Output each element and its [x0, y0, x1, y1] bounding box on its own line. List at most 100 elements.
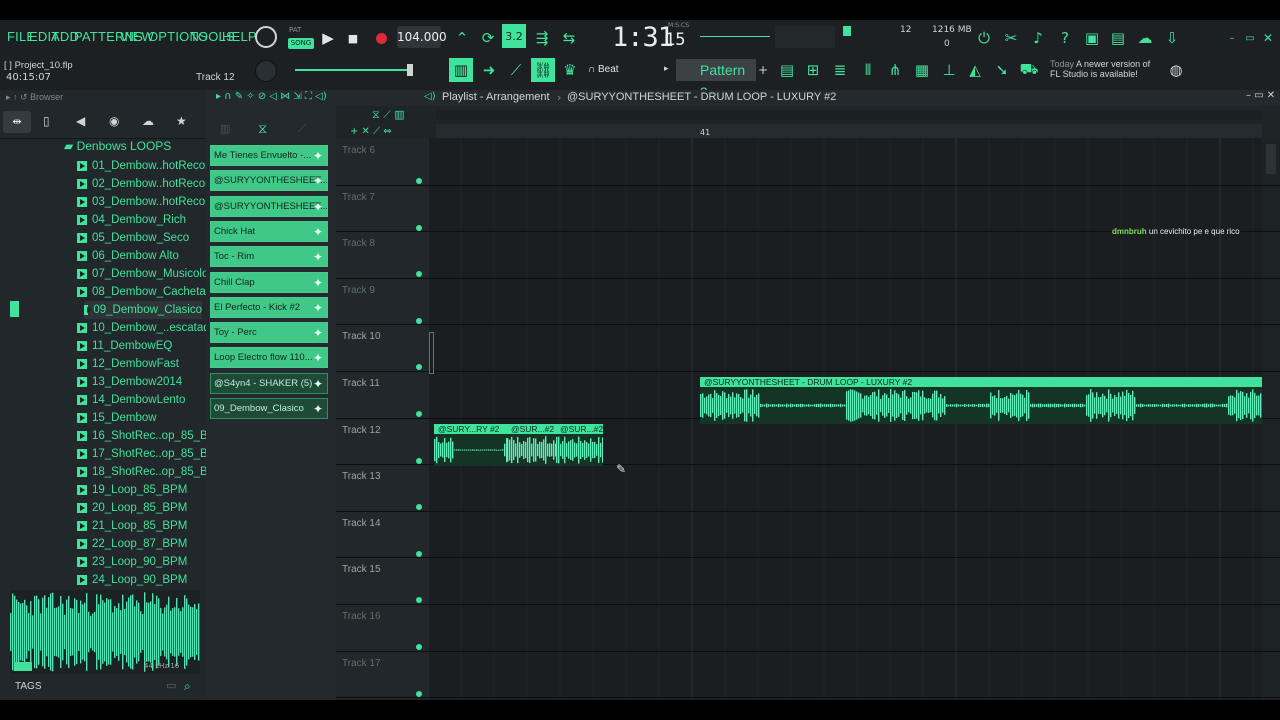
channel-item[interactable]: Chill Clap ✦	[210, 271, 328, 293]
browser-item[interactable]: 23_Loop_90_BPM	[77, 553, 187, 571]
plug-icon[interactable]: ⊥	[937, 58, 961, 82]
send-icon[interactable]: ➘	[990, 58, 1014, 82]
channel-item[interactable]: Toc - Rim ✦	[210, 246, 328, 268]
channel-add-icon[interactable]: ✦	[311, 200, 325, 214]
channel-add-icon[interactable]: ✦	[311, 276, 325, 290]
browser-folder[interactable]: ▰ Denbows LOOPS	[64, 139, 171, 153]
chat-icon[interactable]: ☁	[1133, 26, 1157, 50]
channel-add-icon[interactable]: ✦	[311, 149, 325, 163]
audio-clip-3[interactable]: @SUR...#2	[556, 424, 603, 466]
channel-item[interactable]: El Perfecto - Kick #2 ✦	[210, 296, 328, 318]
track-label[interactable]: Track 15	[342, 564, 381, 575]
track-label[interactable]: Track 8	[342, 238, 375, 249]
vertical-scrollbar[interactable]	[1262, 138, 1280, 700]
picker-audio-icon[interactable]: ⧖	[258, 122, 267, 137]
play-icon[interactable]: ▶	[316, 26, 340, 50]
track-mute-led[interactable]	[416, 457, 422, 464]
tree-icon[interactable]: ⋔	[883, 58, 907, 82]
browser-arrow-icon[interactable]: ▸ ↑ ↺	[6, 92, 28, 102]
browser-item[interactable]: 18_ShotRec..op_85_BPM	[77, 463, 225, 481]
waveform-preview[interactable]: 44 kHz 16	[10, 590, 200, 674]
news-panel[interactable]: Today A newer version of FL Studio is av…	[1050, 59, 1170, 79]
snap-select[interactable]: ∩ Beat	[588, 64, 658, 78]
channel-add-icon[interactable]: ✦	[311, 402, 325, 416]
track-label[interactable]: Track 12	[342, 425, 381, 436]
browser-all-tab[interactable]: ⇹	[3, 111, 31, 133]
audio-clip-1[interactable]: @SURY...RY #2	[434, 424, 507, 466]
horizontal-scrollbar[interactable]	[436, 110, 1262, 120]
timeline-ruler[interactable]	[436, 124, 1262, 138]
playlist-breadcrumb[interactable]: @SURYYONTHESHEET - DRUM LOOP - LUXURY #2	[567, 91, 836, 103]
browser-item[interactable]: 21_Loop_85_BPM	[77, 517, 187, 535]
track-mute-led[interactable]	[416, 317, 422, 324]
track-add-icon[interactable]: + ✕ ⟋ ⇔	[350, 126, 392, 137]
browser-plugin-icon[interactable]: ◉	[109, 114, 119, 128]
master-volume-slider[interactable]	[295, 69, 410, 71]
channel-item[interactable]: Toy - Perc ✦	[210, 322, 328, 344]
track-label[interactable]: Track 16	[342, 611, 381, 622]
search-icon[interactable]: ⌕	[184, 679, 191, 694]
preview-play-icon[interactable]	[14, 662, 32, 671]
channel-item[interactable]: Me Tienes Envuelto -... ✦	[210, 145, 328, 166]
channel-add-icon[interactable]: ✦	[311, 225, 325, 239]
cut-icon[interactable]: ✂	[999, 26, 1023, 50]
track-mute-led[interactable]	[416, 690, 422, 697]
channel-add-icon[interactable]: ✦	[311, 174, 325, 188]
tag-folder-icon[interactable]: ▭	[166, 679, 176, 692]
track-mute-led[interactable]	[416, 411, 422, 417]
channel-add-icon[interactable]: ✦	[311, 377, 325, 391]
channel-item[interactable]: @SURYYONTHESHEET... ✦	[210, 170, 328, 192]
browser-cloud-icon[interactable]: ☁	[142, 114, 154, 128]
loop-record-icon[interactable]: ⇆	[557, 26, 581, 50]
metronome-icon[interactable]: ⌃	[450, 26, 474, 50]
browser-item[interactable]: 12_DembowFast	[77, 355, 179, 373]
save-icon[interactable]: ▣	[1080, 26, 1104, 50]
pattern-prev-arrow[interactable]: ▸	[664, 64, 669, 74]
playlist-window-controls[interactable]: – ▭ ✕	[1246, 90, 1275, 101]
audio-clip-2[interactable]: @SUR...#2	[507, 424, 556, 466]
track-mute-led[interactable]	[416, 550, 422, 557]
speaker-icon[interactable]: ◭	[963, 58, 987, 82]
track-label[interactable]: Track 14	[342, 518, 381, 529]
wait-for-input-icon[interactable]: ⟳	[476, 26, 500, 50]
channel-item[interactable]: @SURYYONTHESHEET... ✦	[210, 195, 328, 217]
power-icon[interactable]: ⏻	[972, 26, 996, 50]
channel-item[interactable]: Loop Electro flow 110... ✦	[210, 347, 328, 369]
browser-star-icon[interactable]: ★	[176, 114, 187, 128]
playlist-tools-icons[interactable]: ▸ ∩ ✎ ✧ ⊘ ◁ ⋈ ⇲ ⛶ ◁)	[216, 91, 327, 102]
mic-icon[interactable]: ♪	[1026, 26, 1050, 50]
browser-item[interactable]: 07_Dembow_Musicologo	[77, 265, 221, 283]
channel-rack-icon[interactable]: ≣	[828, 58, 852, 82]
track-label[interactable]: Track 7	[342, 192, 375, 203]
browser-item[interactable]: 19_Loop_85_BPM	[77, 481, 187, 499]
master-volume-handle[interactable]	[407, 64, 413, 76]
browser-item[interactable]: 06_Dembow Alto	[77, 247, 179, 265]
pattern-selector[interactable]: Pattern 3	[676, 59, 756, 100]
track-mute-led[interactable]	[416, 644, 422, 650]
menu-help[interactable]: HELP	[222, 29, 257, 44]
stop-icon[interactable]: ■	[341, 26, 365, 50]
record-icon[interactable]	[369, 26, 393, 50]
picker-automation-icon[interactable]: ⟋	[298, 122, 306, 136]
channel-item[interactable]: @S4yn4 - SHAKER (5) ✦	[210, 372, 328, 394]
piano-icon[interactable]: ▥	[449, 58, 473, 82]
pat-label[interactable]: PAT	[289, 26, 301, 34]
mixer-icon[interactable]: ⫴	[856, 58, 880, 82]
browser-item[interactable]: 08_Dembow_Cachetada	[77, 283, 219, 301]
clipboard-icon[interactable]: ▦	[910, 58, 934, 82]
browser-item[interactable]: 22_Loop_87_BPM	[77, 535, 187, 553]
picker-grid-icon[interactable]: ▥	[220, 122, 230, 135]
cart-icon[interactable]: ⛟	[1017, 58, 1041, 82]
track-label[interactable]: Track 6	[342, 145, 375, 156]
browser-item[interactable]: 01_Dembow..hotRecords	[77, 157, 221, 175]
piano-roll-icon[interactable]: ⊞	[801, 58, 825, 82]
track-label[interactable]: Track 11	[342, 378, 380, 389]
browser-item[interactable]: 13_Dembow2014	[77, 373, 182, 391]
track-label[interactable]: Track 9	[342, 285, 375, 296]
browser-item[interactable]: 17_ShotRec..op_85_BPM	[77, 445, 225, 463]
browser-item[interactable]: 10_Dembow_..escatador	[77, 319, 220, 337]
audio-clip-drum-loop[interactable]: @SURYYONTHESHEET - DRUM LOOP - LUXURY #2	[700, 377, 1262, 424]
browser-item[interactable]: 11_DembowEQ	[77, 337, 172, 355]
channel-add-icon[interactable]: ✦	[311, 250, 325, 264]
song-time[interactable]: 1:31	[612, 22, 674, 53]
